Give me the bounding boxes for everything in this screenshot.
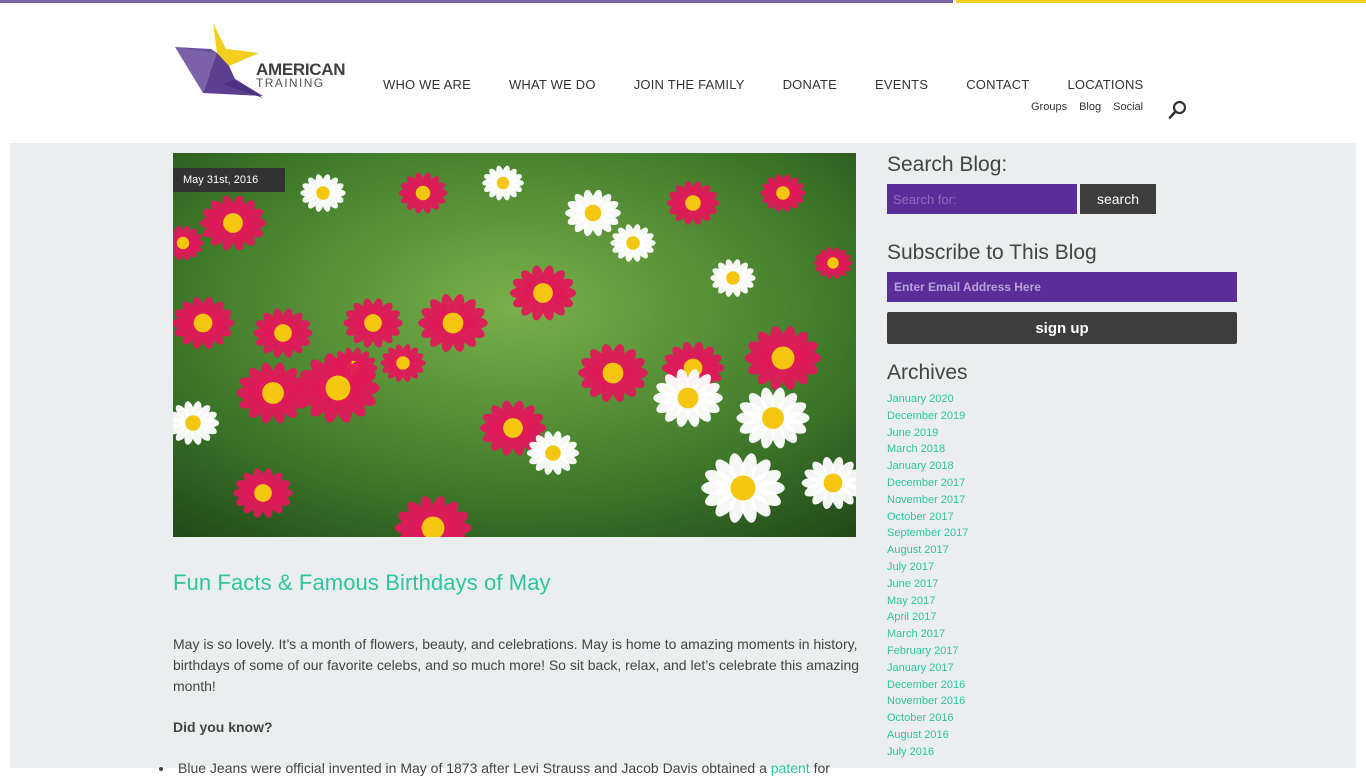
archive-link[interactable]: May 2017 bbox=[887, 595, 935, 607]
secondary-navigation: Groups Blog Social bbox=[1025, 101, 1149, 113]
fact-text: Blue Jeans were official invented in May… bbox=[178, 760, 771, 776]
list-item: July 2017 bbox=[887, 559, 1237, 576]
list-item: November 2017 bbox=[887, 492, 1237, 509]
search-heading: Search Blog: bbox=[887, 153, 1008, 176]
search-toggle-button[interactable] bbox=[1168, 100, 1188, 120]
logo-wordmark: AMERICAN TRAINING bbox=[256, 61, 346, 89]
nav-item-donate[interactable]: DONATE bbox=[764, 77, 856, 92]
archive-link[interactable]: April 2017 bbox=[887, 611, 937, 623]
list-item: June 2017 bbox=[887, 576, 1237, 593]
nav-item-who-we-are[interactable]: WHO WE ARE bbox=[364, 77, 490, 92]
star-logo-icon bbox=[175, 23, 263, 98]
archives-list: January 2020 December 2019 June 2019 March … bbox=[887, 391, 1237, 761]
archive-link[interactable]: November 2016 bbox=[887, 695, 965, 707]
list-item: March 2018 bbox=[887, 441, 1237, 458]
daisy-field-image bbox=[173, 153, 856, 537]
archive-link[interactable]: November 2017 bbox=[887, 494, 965, 506]
archive-link[interactable]: June 2017 bbox=[887, 578, 938, 590]
search-button[interactable]: search bbox=[1080, 184, 1156, 214]
list-item: May 2017 bbox=[887, 593, 1237, 610]
archive-link[interactable]: October 2016 bbox=[887, 712, 954, 724]
archive-link[interactable]: June 2019 bbox=[887, 427, 938, 439]
archive-link[interactable]: February 2017 bbox=[887, 645, 959, 657]
nav-item-locations[interactable]: LOCATIONS bbox=[1048, 77, 1162, 92]
list-item: August 2017 bbox=[887, 542, 1237, 559]
archive-link[interactable]: August 2016 bbox=[887, 729, 949, 741]
archive-link[interactable]: March 2018 bbox=[887, 443, 945, 455]
list-item: Blue Jeans were official invented in May… bbox=[159, 758, 863, 779]
list-item: December 2016 bbox=[887, 677, 1237, 694]
archive-link[interactable]: December 2017 bbox=[887, 477, 965, 489]
list-item: March 2017 bbox=[887, 626, 1237, 643]
list-item: October 2016 bbox=[887, 710, 1237, 727]
magnifier-icon bbox=[1168, 100, 1187, 119]
list-item: June 2019 bbox=[887, 425, 1237, 442]
subnav-item-blog[interactable]: Blog bbox=[1073, 101, 1107, 113]
post-body: May is so lovely. It’s a month of flower… bbox=[173, 634, 863, 779]
archive-link[interactable]: July 2017 bbox=[887, 561, 934, 573]
list-item: October 2017 bbox=[887, 509, 1237, 526]
archive-link[interactable]: January 2018 bbox=[887, 460, 954, 472]
nav-item-join-the-family[interactable]: JOIN THE FAMILY bbox=[615, 77, 764, 92]
archive-link[interactable]: March 2017 bbox=[887, 628, 945, 640]
sign-up-button[interactable]: sign up bbox=[887, 312, 1237, 344]
post-intro: May is so lovely. It’s a month of flower… bbox=[173, 636, 860, 694]
post-featured-image[interactable] bbox=[173, 153, 856, 537]
archive-link[interactable]: December 2016 bbox=[887, 679, 965, 691]
list-item: April 2017 bbox=[887, 609, 1237, 626]
fact-text-end: for bbox=[809, 760, 830, 776]
list-item: September 2017 bbox=[887, 525, 1237, 542]
subscribe-heading: Subscribe to This Blog bbox=[887, 241, 1097, 264]
blog-search-input[interactable] bbox=[887, 184, 1077, 214]
nav-item-contact[interactable]: CONTACT bbox=[947, 77, 1048, 92]
post-fact-list: Blue Jeans were official invented in May… bbox=[159, 758, 863, 779]
nav-item-what-we-do[interactable]: WHAT WE DO bbox=[490, 77, 615, 92]
post-date-badge: May 31st, 2016 bbox=[173, 168, 285, 192]
nav-item-events[interactable]: EVENTS bbox=[856, 77, 947, 92]
list-item: July 2016 bbox=[887, 744, 1237, 761]
archive-link[interactable]: August 2017 bbox=[887, 544, 949, 556]
list-item: January 2017 bbox=[887, 660, 1237, 677]
archive-link[interactable]: December 2019 bbox=[887, 410, 965, 422]
email-field[interactable] bbox=[887, 272, 1237, 302]
archive-link[interactable]: October 2017 bbox=[887, 511, 954, 523]
post-question: Did you know? bbox=[173, 719, 273, 735]
list-item: December 2017 bbox=[887, 475, 1237, 492]
list-item: November 2016 bbox=[887, 693, 1237, 710]
main-navigation: WHO WE ARE WHAT WE DO JOIN THE FAMILY DONAT… bbox=[364, 77, 1162, 92]
site-logo[interactable]: AMERICAN TRAINING bbox=[173, 21, 346, 101]
archives-heading: Archives bbox=[887, 361, 968, 384]
site-header: AMERICAN TRAINING WHO WE ARE WHAT WE DO JO… bbox=[0, 3, 1366, 143]
list-item: January 2018 bbox=[887, 458, 1237, 475]
list-item: January 2020 bbox=[887, 391, 1237, 408]
post-title[interactable]: Fun Facts & Famous Birthdays of May bbox=[173, 570, 551, 596]
list-item: December 2019 bbox=[887, 408, 1237, 425]
subnav-item-social[interactable]: Social bbox=[1107, 101, 1149, 113]
archive-link[interactable]: January 2020 bbox=[887, 393, 954, 405]
blog-search-form: search bbox=[887, 184, 1237, 214]
blog-sidebar: Search Blog: search Subscribe to This Bl… bbox=[887, 153, 1237, 761]
list-item: August 2016 bbox=[887, 727, 1237, 744]
archive-link[interactable]: September 2017 bbox=[887, 527, 968, 539]
archive-link[interactable]: January 2017 bbox=[887, 662, 954, 674]
patent-link[interactable]: patent bbox=[771, 760, 810, 776]
archive-link[interactable]: July 2016 bbox=[887, 746, 934, 758]
list-item: February 2017 bbox=[887, 643, 1237, 660]
subnav-item-groups[interactable]: Groups bbox=[1025, 101, 1073, 113]
